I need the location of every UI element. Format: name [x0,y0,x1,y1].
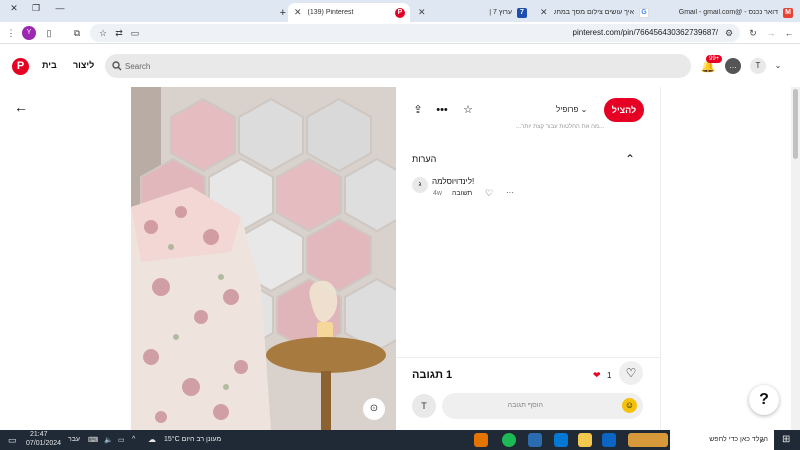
speaker-icon[interactable]: 🔈 [104,436,113,444]
current-user-avatar: T [412,394,436,418]
browser-tab-strip: ✕ ❐ — + P (139) Pinterest ✕ 7 ערוץ 7 | ✕… [0,0,800,22]
pinterest-icon: P [395,7,405,18]
description-partial-text: ...מה את החלטות עבור קצת יותר... [516,124,604,130]
comment-age: 4w [433,190,442,197]
tray-chevron-up-icon[interactable]: ^ [132,436,135,443]
tab-channel7[interactable]: 7 ערוץ 7 | ✕ [412,3,532,22]
channel7-icon: 7 [517,7,527,18]
gmail-icon: M [783,7,793,18]
tab-google-search[interactable]: G איך עושים צילום מסך במחשב - ✕ [534,3,654,22]
comment-more-icon[interactable]: ··· [506,188,514,197]
user-avatar[interactable]: T [750,58,766,74]
network-icon[interactable]: ▭ [118,436,125,444]
comment-text: !לינדויוסלמה [432,177,475,186]
favorite-star-icon[interactable]: ☆ [460,102,476,118]
reactions-count: 1 [607,371,612,380]
responses-count-label: 1 תגובה [412,369,453,381]
weather-cloud-icon[interactable]: ☁ [148,435,156,444]
forward-arrow-icon[interactable]: → [764,26,778,40]
address-bar[interactable]: ☆ ⇄ ▭ pinterest.com/pin/7664564303627396… [90,24,740,42]
weather-text[interactable]: מעונן רב היום 15°C [164,436,221,443]
tab-pinterest[interactable]: P (139) Pinterest ✕ [288,3,410,22]
chevron-down-icon: ⌄ [578,105,588,114]
collapse-chevron-up-icon[interactable]: ⌃ [622,151,638,167]
translate-icon[interactable]: ⇄ [112,26,126,40]
save-button[interactable]: להציל [604,98,644,122]
spotify-app-icon[interactable] [502,433,516,447]
messages-icon[interactable]: … [725,58,741,74]
close-tab-icon[interactable]: ✕ [540,7,548,18]
commenter-avatar[interactable]: ג [412,177,428,193]
nav-create[interactable]: ליצור [73,60,94,70]
close-tab-icon[interactable]: ✕ [294,7,302,18]
mail-app-icon[interactable] [554,433,568,447]
edge-app-icon[interactable] [602,433,616,447]
divider [396,357,661,358]
extensions-icon[interactable]: ⧉ [70,26,84,40]
scrollbar-thumb[interactable] [793,89,798,159]
bookmark-star-icon[interactable]: ☆ [96,26,110,40]
pinterest-header: P בית ליצור 🔔 99+ … T ⌄ [0,45,800,87]
install-app-icon[interactable]: ▭ [128,26,142,40]
visual-search-icon[interactable]: ⊙ [363,398,385,420]
url-text: pinterest.com/pin/766456430362739687/ [572,28,718,37]
pin-view: ← ⊙ להציל ⌄ פרופיל ☆ ••• ⇪ ...מה את החלט… [0,87,800,430]
maximize-window-icon[interactable]: ❐ [26,3,46,17]
notifications-badge: 99+ [706,55,723,63]
search-input[interactable] [125,54,685,78]
search-box[interactable] [105,54,691,78]
comment-input-box[interactable]: הוסף תגובה ☺ [442,393,643,419]
react-heart-button[interactable]: ♡ [619,361,643,385]
share-icon[interactable]: ⇪ [410,102,426,118]
tab-gmail[interactable]: M דואר נכנס - Gmail - ‎‫@gmail.com‬‏ [656,3,798,22]
emoji-picker-icon[interactable]: ☺ [622,398,637,413]
chrome-app-icon[interactable] [474,433,488,447]
nav-home[interactable]: בית [42,60,57,70]
close-window-icon[interactable]: ✕ [4,3,24,17]
profile-board-dropdown[interactable]: ⌄ פרופיל [556,105,587,114]
search-highlight-image[interactable] [628,433,668,447]
pin-details-panel: להציל ⌄ פרופיל ☆ ••• ⇪ ...מה את החלטות ע… [396,87,661,430]
google-icon: G [639,7,649,18]
account-chevron-down-icon[interactable]: ⌄ [770,58,786,74]
heart-reaction-icon: ❤ [593,370,601,380]
windows-taskbar: ▭ 21:47 07/01/2024 עבר ⌨ 🔈 ▭ ^ ☁ מעונן ר… [0,430,800,450]
reload-icon[interactable]: ↻ [746,26,760,40]
minimize-window-icon[interactable]: — [50,3,70,17]
taskbar-search-box[interactable]: הקלד כאן כדי לחפש [670,430,774,450]
search-icon [112,61,122,71]
new-tab-button[interactable]: + [268,3,286,22]
like-comment-heart-icon[interactable]: ♡ [485,188,493,199]
store-app-icon[interactable] [528,433,542,447]
pinterest-logo-icon[interactable]: P [12,58,29,75]
language-indicator[interactable]: עבר [68,436,80,443]
site-settings-icon[interactable]: ⚙ [722,26,736,40]
page-scrollbar[interactable] [791,87,800,430]
close-tab-icon[interactable]: ✕ [418,7,426,18]
pin-image[interactable]: ⊙ [131,87,396,430]
file-explorer-app-icon[interactable] [578,433,592,447]
profile-avatar-icon[interactable]: Y [22,26,36,40]
windows-start-icon[interactable]: ⊞ [782,434,790,445]
keyboard-icon[interactable]: ⌨ [88,436,98,444]
clock-time[interactable]: 21:47 [30,431,48,438]
comments-heading: הערות [412,154,437,164]
help-button[interactable]: ? [749,385,779,415]
browser-toolbar: ⋮ Y ▯ ⧉ ☆ ⇄ ▭ pinterest.com/pin/76645643… [0,22,800,44]
notification-center-icon[interactable]: ▭ [8,435,17,446]
taskbar-search-icon: ⌕ [760,435,766,445]
back-arrow-icon[interactable]: ← [782,26,796,40]
menu-icon[interactable]: ⋮ [4,26,18,40]
clock-date[interactable]: 07/01/2024 [26,440,61,447]
comment-input-placeholder: הוסף תגובה [507,402,543,409]
sidebar-icon[interactable]: ▯ [42,26,56,40]
more-options-icon[interactable]: ••• [434,102,450,118]
back-arrow-icon[interactable]: ← [14,99,28,115]
reply-button[interactable]: תשובה [452,190,472,197]
